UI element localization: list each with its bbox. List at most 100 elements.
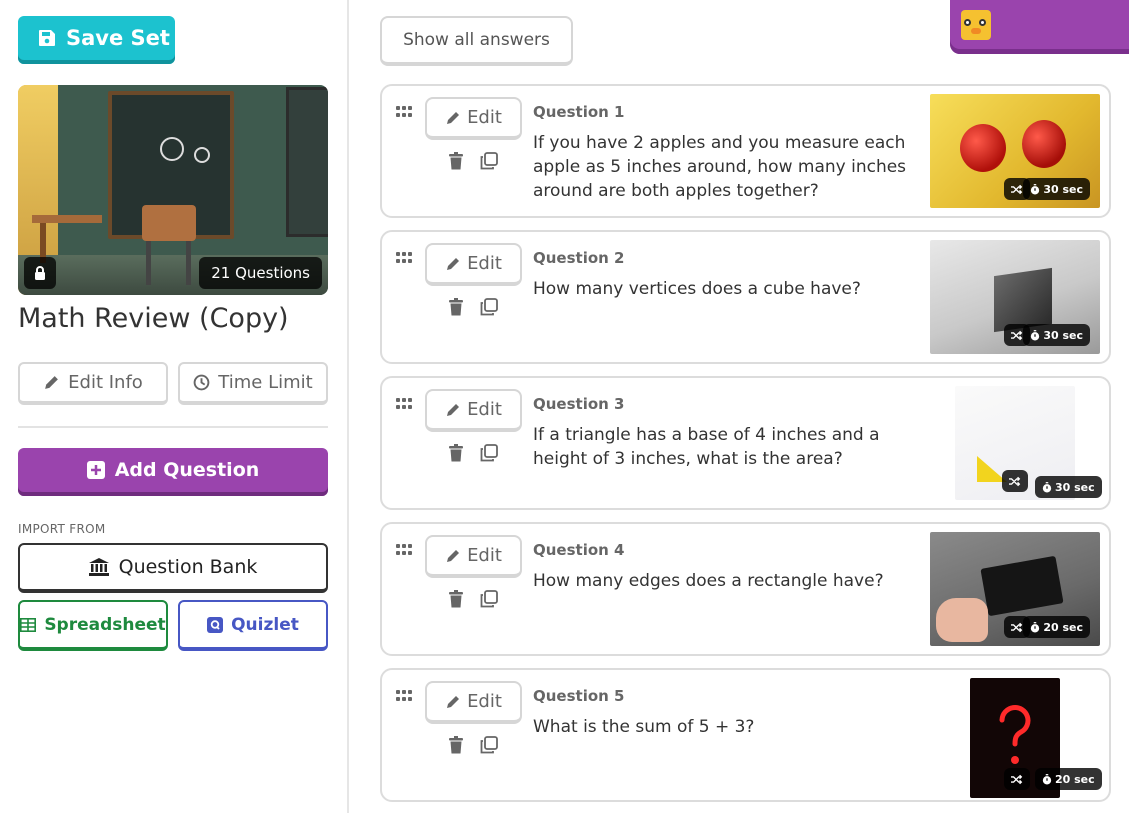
edit-label: Edit [467,107,502,128]
pencil-icon [447,549,460,562]
edit-info-label: Edit Info [68,372,143,393]
question-text: How many edges does a rectangle have? [533,571,884,591]
cover-apple [160,137,184,161]
edit-label: Edit [467,399,502,420]
question-card[interactable]: Edit Question 2 How many vertices does a… [380,230,1111,364]
question-number: Question 5 [533,687,625,705]
trash-icon[interactable] [448,152,464,170]
trash-icon[interactable] [448,444,464,462]
divider [18,426,328,428]
trash-icon[interactable] [448,736,464,754]
question-card[interactable]: Edit Question 4 How many edges does a re… [380,522,1111,656]
time-limit-label: Time Limit [218,372,313,393]
save-set-button[interactable]: Save Set [18,16,175,64]
edit-info-button[interactable]: Edit Info [18,362,168,405]
spreadsheet-button[interactable]: Spreadsheet [18,600,168,651]
edit-question-button[interactable]: Edit [425,243,522,286]
duplicate-icon[interactable] [480,444,498,462]
grip-icon[interactable] [396,544,412,556]
avatar[interactable] [961,10,991,40]
cube-shape [994,267,1052,333]
duplicate-icon[interactable] [480,736,498,754]
quizlet-label: Quizlet [231,614,299,635]
edit-question-button[interactable]: Edit [425,389,522,432]
time-limit-button[interactable]: Time Limit [178,362,328,405]
time-limit-text: 30 sec [1043,182,1083,196]
cover-side-board [286,87,328,237]
spreadsheet-label: Spreadsheet [44,614,166,635]
save-set-label: Save Set [66,26,170,50]
grip-icon[interactable] [396,398,412,410]
time-limit-badge[interactable]: 30 sec [1023,178,1090,200]
bank-icon [88,558,109,576]
grip-icon[interactable] [396,106,412,118]
apple-shape [1022,120,1066,168]
time-limit-text: 30 sec [1055,480,1095,494]
user-avatar-tab[interactable] [950,0,1129,54]
edit-label: Edit [467,545,502,566]
add-question-button[interactable]: Add Question [18,448,328,496]
edit-label: Edit [467,253,502,274]
import-from-label: IMPORT FROM [18,522,106,536]
edit-question-button[interactable]: Edit [425,681,522,724]
duplicate-icon[interactable] [480,152,498,170]
grip-icon[interactable] [396,252,412,264]
time-limit-text: 30 sec [1043,328,1083,342]
time-limit-text: 20 sec [1055,772,1095,786]
question-text: How many vertices does a cube have? [533,279,861,299]
pencil-icon [447,257,460,270]
quizlet-button[interactable]: Quizlet [178,600,328,651]
edit-question-button[interactable]: Edit [425,97,522,140]
question-image[interactable]: 30 sec [930,94,1100,208]
apple-shape [960,124,1006,172]
time-limit-text: 20 sec [1043,620,1083,634]
question-image[interactable]: 30 sec [930,240,1100,354]
stopwatch-icon [1042,481,1052,492]
avatar-eye [964,19,971,26]
question-number: Question 2 [533,249,625,267]
pencil-icon [447,403,460,416]
question-image[interactable]: 20 sec [930,532,1100,646]
cover-desk [32,215,102,223]
shuffle-icon[interactable] [1002,470,1028,492]
duplicate-icon[interactable] [480,298,498,316]
pencil-icon [447,695,460,708]
avatar-beak [971,28,981,34]
question-bank-label: Question Bank [118,556,258,578]
time-limit-badge[interactable]: 20 sec [1023,616,1090,638]
left-panel: Save Set 21 Questions Math Review (Copy)… [0,0,349,813]
question-bank-button[interactable]: Question Bank [18,543,328,593]
question-text: If a triangle has a base of 4 inches and… [533,425,880,469]
question-number: Question 3 [533,395,625,413]
trash-icon[interactable] [448,590,464,608]
time-limit-badge[interactable]: 20 sec [1035,768,1102,790]
pencil-icon [45,376,59,389]
time-limit-badge[interactable]: 30 sec [1035,476,1102,498]
question-count-badge: 21 Questions [199,257,322,289]
stopwatch-icon [1042,773,1052,784]
add-question-label: Add Question [114,459,260,481]
lock-icon[interactable] [24,257,56,289]
question-card[interactable]: Edit Question 1 If you have 2 apples and… [380,84,1111,218]
stopwatch-icon [1031,329,1040,340]
quizlet-icon [207,616,224,633]
question-mark-shape [999,704,1031,764]
cover-chair [142,205,196,241]
cover-chair-leg [146,241,151,285]
question-card[interactable]: Edit Question 3 If a triangle has a base… [380,376,1111,510]
save-icon [39,30,55,46]
show-all-answers-button[interactable]: Show all answers [380,16,573,66]
table-icon [20,617,37,632]
pencil-icon [447,111,460,124]
question-card[interactable]: Edit Question 5 What is the sum of 5 + 3… [380,668,1111,802]
avatar-eye [979,19,986,26]
shuffle-icon[interactable] [1004,768,1030,790]
grip-icon[interactable] [396,690,412,702]
set-cover-image[interactable]: 21 Questions [18,85,328,295]
cover-apple-small [194,147,210,163]
trash-icon[interactable] [448,298,464,316]
cover-chair-leg [186,241,191,285]
edit-question-button[interactable]: Edit [425,535,522,578]
duplicate-icon[interactable] [480,590,498,608]
time-limit-badge[interactable]: 30 sec [1023,324,1090,346]
